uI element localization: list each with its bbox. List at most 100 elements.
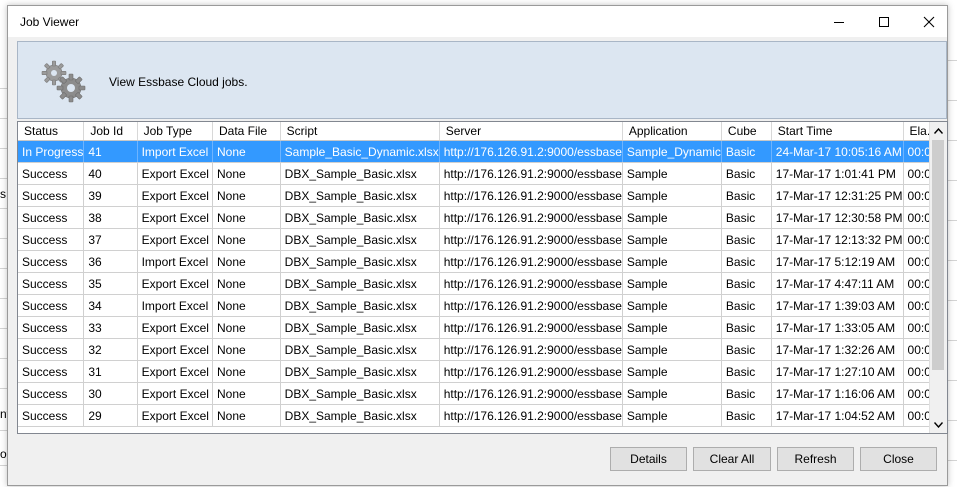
table-cell: Export Excel: [137, 272, 214, 295]
table-cell: 32: [83, 338, 138, 361]
table-cell: DBX_Sample_Basic.xlsx: [280, 404, 440, 427]
maximize-button[interactable]: [861, 6, 907, 37]
table-cell: Success: [18, 338, 85, 361]
table-cell: http://176.126.91.2:9000/essbase: [439, 404, 623, 427]
table-row[interactable]: Success 39 Export Excel None DBX_Sample_Basi…: [18, 184, 947, 207]
maximize-icon: [879, 16, 889, 27]
table-cell: Basic: [721, 162, 772, 185]
table-cell: 41: [83, 140, 138, 163]
column-header[interactable]: Script: [280, 122, 440, 141]
clear-all-button[interactable]: Clear All: [693, 447, 771, 471]
table-cell: 17-Mar-17 12:13:32 PM: [771, 228, 904, 251]
column-header[interactable]: Start Time: [771, 122, 904, 141]
table-row[interactable]: Success 40 Export Excel None DBX_Sample_Basi…: [18, 162, 947, 185]
table-row[interactable]: Success 31 Export Excel None DBX_Sample_Basi…: [18, 360, 947, 383]
column-header[interactable]: Data File: [212, 122, 281, 141]
details-button[interactable]: Details: [610, 447, 687, 471]
table-cell: DBX_Sample_Basic.xlsx: [280, 382, 440, 405]
column-header[interactable]: Job Type: [137, 122, 214, 141]
table-cell: Sample: [622, 338, 722, 361]
refresh-button[interactable]: Refresh: [777, 447, 854, 471]
table-cell: Export Excel: [137, 228, 214, 251]
table-row[interactable]: Success 36 Import Excel None DBX_Sample_Basi…: [18, 250, 947, 273]
table-cell: Import Excel: [137, 140, 214, 163]
title-bar[interactable]: Job Viewer: [8, 6, 947, 37]
table-cell: Basic: [721, 338, 772, 361]
table-cell: http://176.126.91.2:9000/essbase: [439, 316, 623, 339]
table-cell: None: [212, 272, 281, 295]
column-header[interactable]: Job Id: [83, 122, 138, 141]
minimize-icon: [834, 21, 844, 23]
column-header[interactable]: Status: [18, 122, 85, 141]
table-cell: Success: [18, 404, 85, 427]
close-window-button[interactable]: [906, 6, 952, 37]
table-cell: Basic: [721, 294, 772, 317]
table-cell: Success: [18, 382, 85, 405]
table-cell: DBX_Sample_Basic.xlsx: [280, 184, 440, 207]
table-cell: 17-Mar-17 5:12:19 AM: [771, 250, 904, 273]
table-row[interactable]: Success 32 Export Excel None DBX_Sample_Basi…: [18, 338, 947, 361]
table-cell: 17-Mar-17 4:47:11 AM: [771, 272, 904, 295]
table-cell: 17-Mar-17 1:39:03 AM: [771, 294, 904, 317]
table-cell: 17-Mar-17 1:33:05 AM: [771, 316, 904, 339]
table-row[interactable]: Success 35 Export Excel None DBX_Sample_Basi…: [18, 272, 947, 295]
table-row[interactable]: Success 38 Export Excel None DBX_Sample_Basi…: [18, 206, 947, 229]
table-cell: None: [212, 294, 281, 317]
minimize-button[interactable]: [816, 6, 862, 37]
table-cell: 17-Mar-17 1:32:26 AM: [771, 338, 904, 361]
table-cell: Success: [18, 316, 85, 339]
table-cell: DBX_Sample_Basic.xlsx: [280, 316, 440, 339]
arrow-up-icon: [934, 127, 943, 134]
scrollbar-thumb[interactable]: [932, 140, 944, 370]
jobs-table: Status Job Id Job Type Data File Script Serve…: [18, 122, 947, 427]
table-cell: DBX_Sample_Basic.xlsx: [280, 360, 440, 383]
table-cell: Sample: [622, 294, 722, 317]
vertical-scrollbar[interactable]: [929, 122, 947, 433]
table-cell: Sample: [622, 316, 722, 339]
column-header[interactable]: Cube: [721, 122, 772, 141]
table-cell: Import Excel: [137, 294, 214, 317]
table-cell: 31: [83, 360, 138, 383]
table-cell: Sample: [622, 272, 722, 295]
table-cell: 17-Mar-17 1:04:52 AM: [771, 404, 904, 427]
table-cell: 35: [83, 272, 138, 295]
column-header[interactable]: Server: [439, 122, 623, 141]
table-cell: http://176.126.91.2:9000/essbase: [439, 184, 623, 207]
table-row[interactable]: Success 29 Export Excel None DBX_Sample_Basi…: [18, 404, 947, 427]
table-cell: Basic: [721, 228, 772, 251]
table-row[interactable]: In Progress 41 Import Excel None Sample_Basi…: [18, 140, 947, 163]
table-row[interactable]: Success 30 Export Excel None DBX_Sample_Basi…: [18, 382, 947, 405]
table-cell: 36: [83, 250, 138, 273]
table-cell: 39: [83, 184, 138, 207]
table-cell: http://176.126.91.2:9000/essbase: [439, 162, 623, 185]
table-cell: None: [212, 338, 281, 361]
table-row[interactable]: Success 34 Import Excel None DBX_Sample_Basi…: [18, 294, 947, 317]
table-cell: Success: [18, 228, 85, 251]
table-row[interactable]: Success 33 Export Excel None DBX_Sample_Basi…: [18, 316, 947, 339]
table-cell: http://176.126.91.2:9000/essbase: [439, 360, 623, 383]
table-cell: None: [212, 228, 281, 251]
table-cell: DBX_Sample_Basic.xlsx: [280, 294, 440, 317]
scroll-down-button[interactable]: [930, 416, 947, 433]
table-cell: 17-Mar-17 1:16:06 AM: [771, 382, 904, 405]
table-cell: In Progress: [18, 140, 85, 163]
table-cell: 17-Mar-17 12:31:25 PM: [771, 184, 904, 207]
column-header[interactable]: Application: [622, 122, 722, 141]
table-cell: Sample: [622, 228, 722, 251]
table-cell: Export Excel: [137, 162, 214, 185]
background-app-right: [948, 0, 957, 487]
table-cell: DBX_Sample_Basic.xlsx: [280, 338, 440, 361]
close-button[interactable]: Close: [860, 447, 937, 471]
table-cell: Export Excel: [137, 382, 214, 405]
table-cell: http://176.126.91.2:9000/essbase: [439, 206, 623, 229]
table-cell: Sample: [622, 382, 722, 405]
scroll-up-button[interactable]: [930, 122, 947, 139]
table-cell: 30: [83, 382, 138, 405]
table-cell: Sample: [622, 184, 722, 207]
arrow-down-icon: [934, 421, 943, 428]
jobs-grid[interactable]: Status Job Id Job Type Data File Script Serve…: [17, 121, 948, 434]
table-cell: 17-Mar-17 12:30:58 PM: [771, 206, 904, 229]
table-cell: Basic: [721, 360, 772, 383]
table-row[interactable]: Success 37 Export Excel None DBX_Sample_Basi…: [18, 228, 947, 251]
table-cell: Basic: [721, 272, 772, 295]
